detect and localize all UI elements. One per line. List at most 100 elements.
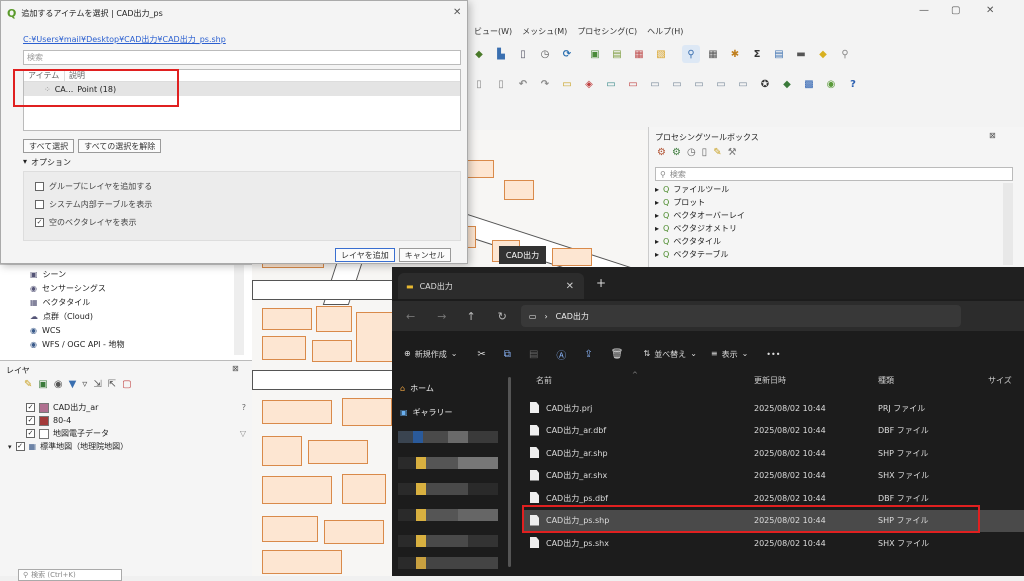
layer-checkbox[interactable]: ✓ — [26, 403, 35, 412]
processing-scrollbar[interactable] — [1003, 183, 1013, 265]
menu-view[interactable]: ビュー(W) — [474, 26, 512, 37]
doc-icon[interactable]: ▯ — [470, 75, 488, 93]
table-icon[interactable]: ▦ — [704, 45, 722, 63]
copy-icon[interactable]: ⧉ — [504, 349, 511, 360]
gear-icon[interactable]: ⚙ — [657, 147, 666, 158]
nav-gallery[interactable]: ▣ ギャラリー — [400, 403, 453, 421]
browser-scrollbar[interactable] — [234, 265, 244, 355]
col-size[interactable]: サイズ — [988, 375, 1012, 386]
tree-item[interactable]: ▸ Q ベクタタイル — [655, 235, 1001, 248]
select-all-button[interactable]: すべて選択 — [23, 139, 75, 153]
attr-table-icon[interactable]: ▤ — [770, 45, 788, 63]
tree-item[interactable]: ▸ Q ベクタオーバーレイ — [655, 209, 1001, 222]
sum-icon[interactable]: Σ — [748, 45, 766, 63]
history-icon[interactable]: ◷ — [687, 147, 696, 158]
measure-icon[interactable]: ▬ — [792, 45, 810, 63]
label9-icon[interactable]: ▭ — [734, 75, 752, 93]
select-icon[interactable]: ▣ — [586, 45, 604, 63]
browser-item-wcs[interactable]: ◉ WCS — [0, 323, 252, 337]
dialog-file-path[interactable]: C:¥Users¥mail¥Desktop¥CAD出力¥CAD出力_ps.shp — [23, 34, 226, 45]
menu-mesh[interactable]: メッシュ(M) — [522, 26, 567, 37]
help-icon[interactable]: ? — [844, 75, 862, 93]
new-tab-icon[interactable]: + — [596, 276, 606, 290]
label-icon[interactable]: ▭ — [558, 75, 576, 93]
view-button[interactable]: ≡ 表示 ⌄ — [711, 349, 748, 360]
label7-icon[interactable]: ▭ — [690, 75, 708, 93]
delete-icon[interactable]: 🗑 — [611, 349, 624, 360]
explorer-tab[interactable]: ▬ CAD出力 ✕ — [398, 273, 584, 299]
dialog-close-button[interactable]: ✕ — [453, 7, 461, 18]
grid-icon[interactable]: ▩ — [800, 75, 818, 93]
col-type[interactable]: 種類 — [878, 375, 894, 386]
move-icon[interactable]: ▧ — [652, 45, 670, 63]
cancel-button[interactable]: キャンセル — [398, 248, 451, 262]
restore-button[interactable]: ▢ — [951, 5, 960, 16]
layer-item[interactable]: ✓ 80-4 — [26, 414, 246, 427]
options-icon[interactable]: ⚒ — [728, 147, 737, 158]
style-icon[interactable]: ✎ — [24, 379, 32, 390]
option-show-empty-layers[interactable]: ✓ 空のベクタレイヤを表示 — [1, 213, 461, 231]
plugin-icon[interactable]: ✪ — [756, 75, 774, 93]
col-date[interactable]: 更新日時 — [754, 375, 786, 386]
browser-item-vectortile[interactable]: ▦ ベクタタイル — [0, 295, 252, 309]
label2-icon[interactable]: ◈ — [580, 75, 598, 93]
address-bar[interactable]: ▭ › CAD出力 — [520, 305, 961, 327]
add-group-icon[interactable]: ▣ — [38, 379, 47, 390]
deselect-icon[interactable]: ▦ — [630, 45, 648, 63]
minimize-button[interactable]: — — [919, 5, 929, 16]
checkbox[interactable] — [35, 181, 44, 191]
layer-item[interactable]: ✓ 地図電子データ ▽ — [26, 427, 246, 440]
layer-item[interactable]: ▾ ✓ ▦ 標準地図（地理院地図） — [8, 440, 246, 453]
filter-legend-icon[interactable]: ▿ — [82, 379, 87, 390]
browser-item-sensor[interactable]: ◉ センサーシングス — [0, 281, 252, 295]
tree-item[interactable]: ▸ Q ベクタテーブル — [655, 248, 1001, 261]
back-icon[interactable]: ← — [406, 310, 415, 323]
up-icon[interactable]: ↑ — [466, 310, 475, 323]
refresh-icon[interactable]: ⟳ — [558, 45, 576, 63]
browser-item-pointcloud[interactable]: ☁ 点群（Cloud) — [0, 309, 252, 323]
tree-item[interactable]: ▸ Q ファイルツール — [655, 183, 1001, 196]
dialog-search-input[interactable]: 検索 — [23, 50, 461, 65]
filter-icon[interactable]: ▼ — [69, 379, 77, 390]
label5-icon[interactable]: ▭ — [646, 75, 664, 93]
file-row[interactable]: CAD出力_ps.dbf 2025/08/02 10:44 DBF ファイル — [522, 487, 1024, 509]
cut-icon[interactable]: ✂ — [477, 349, 485, 360]
checkbox[interactable] — [35, 199, 44, 209]
remove-layer-icon[interactable]: ▢ — [122, 379, 131, 390]
file-row[interactable]: CAD出力_ar.shp 2025/08/02 10:44 SHP ファイル — [522, 442, 1024, 464]
menu-processing[interactable]: プロセシング(C) — [577, 26, 637, 37]
forward-icon[interactable]: → — [437, 310, 446, 323]
locator-search-input[interactable]: ⚲ 検索 (Ctrl+K) — [18, 569, 122, 581]
more-button[interactable]: ••• — [766, 350, 780, 359]
doc2-icon[interactable]: ▯ — [492, 75, 510, 93]
tree-item[interactable]: ▸ Q ベクタジオメトリ — [655, 222, 1001, 235]
settings-icon[interactable]: ✱ — [726, 45, 744, 63]
digitize-icon[interactable]: ◆ — [470, 45, 488, 63]
browser-item-wfs[interactable]: ◉ WFS / OGC API - 地物 — [0, 337, 252, 351]
layer-checkbox[interactable]: ✓ — [26, 429, 35, 438]
file-row[interactable]: CAD出力.prj 2025/08/02 10:44 PRJ ファイル — [522, 397, 1024, 419]
redo-icon[interactable]: ↷ — [536, 75, 554, 93]
sort-button[interactable]: ⇅ 並べ替え ⌄ — [643, 349, 696, 360]
label3-icon[interactable]: ▭ — [602, 75, 620, 93]
eye-icon[interactable]: ◉ — [54, 379, 63, 390]
page-icon[interactable]: ▯ — [514, 45, 532, 63]
option-show-system-tables[interactable]: システム内部テーブルを表示 — [1, 195, 461, 213]
tree-item[interactable]: ▸ Q プロット — [655, 196, 1001, 209]
clock-icon[interactable]: ◷ — [536, 45, 554, 63]
add-layers-button[interactable]: レイヤを追加 — [335, 248, 395, 262]
file-row[interactable]: CAD出力_ps.shx 2025/08/02 10:44 SHX ファイル — [522, 532, 1024, 554]
label6-icon[interactable]: ▭ — [668, 75, 686, 93]
shape-icon[interactable]: ▙ — [492, 45, 510, 63]
col-name[interactable]: 名前 — [536, 375, 552, 386]
table-row[interactable]: ⁘ CA... Point (18) — [24, 82, 460, 96]
options-header[interactable]: ▾ オプション — [23, 157, 71, 168]
python-icon[interactable]: ◆ — [778, 75, 796, 93]
globe-icon[interactable]: ◉ — [822, 75, 840, 93]
select-expr-icon[interactable]: ▤ — [608, 45, 626, 63]
file-row[interactable]: CAD出力_ar.shx 2025/08/02 10:44 SHX ファイル — [522, 465, 1024, 487]
results-icon[interactable]: ▯ — [702, 147, 708, 158]
option-add-group[interactable]: グループにレイヤを追加する — [1, 177, 461, 195]
deselect-all-button[interactable]: すべての選択を解除 — [78, 139, 162, 153]
file-row[interactable]: CAD出力_ps.shp 2025/08/02 10:44 SHP ファイル — [522, 509, 1024, 532]
